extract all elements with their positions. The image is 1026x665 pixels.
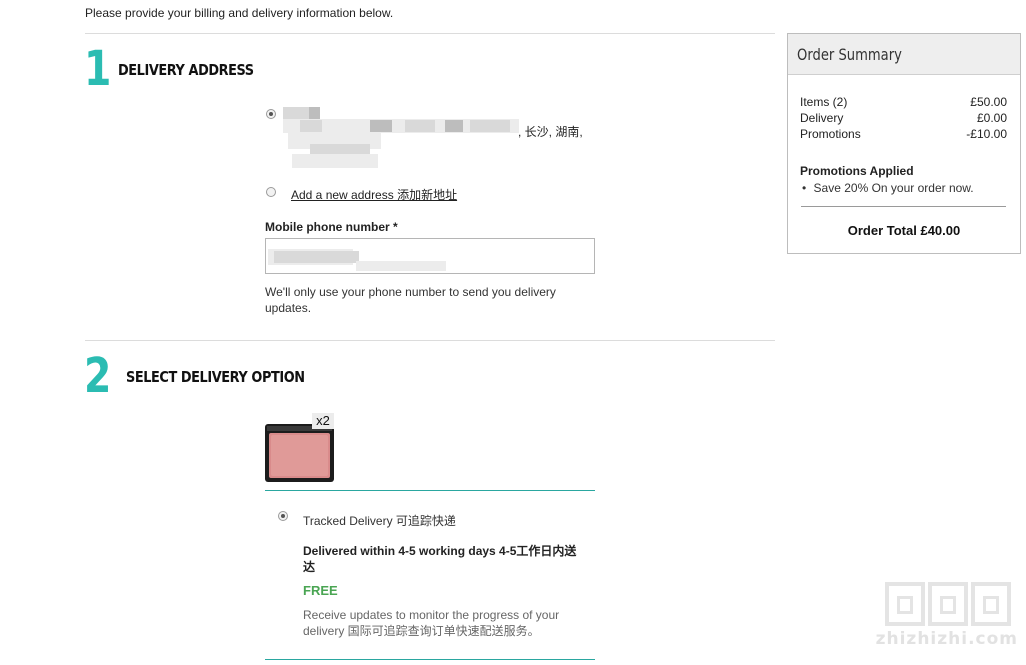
add-new-address-link[interactable]: Add a new address 添加新地址 bbox=[291, 186, 457, 203]
option-bottom-line bbox=[265, 659, 595, 660]
address-pixelated bbox=[405, 120, 435, 132]
watermark-logo-icon bbox=[876, 582, 1018, 629]
order-summary-panel: Order Summary Items (2) £50.00 Delivery … bbox=[787, 33, 1021, 254]
summary-items-label: Items (2) bbox=[800, 95, 848, 109]
saved-address-city: , 长沙, 湖南, bbox=[518, 125, 583, 139]
promotion-item: • Save 20% On your order now. bbox=[802, 181, 974, 195]
delivery-time: Delivered within 4-5 working days 4-5工作日… bbox=[303, 544, 577, 574]
delivery-description: Receive updates to monitor the progress … bbox=[303, 608, 560, 638]
divider-middle bbox=[85, 340, 775, 341]
order-summary-title: Order Summary bbox=[797, 45, 902, 64]
tracked-delivery-radio[interactable] bbox=[278, 511, 288, 521]
summary-promotions-label: Promotions bbox=[800, 127, 861, 141]
promotions-applied-heading: Promotions Applied bbox=[800, 164, 914, 178]
promotion-item-text: Save 20% On your order now. bbox=[813, 181, 974, 195]
address-pixelated bbox=[445, 120, 463, 132]
order-total: Order Total £40.00 bbox=[847, 223, 961, 238]
address-pixelated bbox=[309, 107, 320, 119]
site-watermark: zhizhizhi.com bbox=[876, 582, 1018, 649]
quantity-badge: x2 bbox=[312, 413, 334, 429]
summary-row-delivery: Delivery £0.00 bbox=[800, 111, 1007, 125]
phone-help-text: We'll only use your phone number to send… bbox=[265, 285, 556, 315]
summary-separator bbox=[801, 206, 1006, 207]
address-pixelated bbox=[370, 120, 392, 132]
summary-promotions-value: -£10.00 bbox=[966, 127, 1007, 141]
address-pixelated bbox=[470, 120, 510, 132]
intro-text: Please provide your billing and delivery… bbox=[85, 6, 394, 20]
blush-compact-image bbox=[265, 424, 334, 482]
watermark-text: zhizhizhi.com bbox=[875, 629, 1018, 649]
summary-row-items: Items (2) £50.00 bbox=[800, 95, 1007, 109]
address-pixelated bbox=[300, 120, 322, 132]
step-1-number: 1 bbox=[84, 41, 112, 97]
saved-address-radio[interactable] bbox=[266, 109, 276, 119]
divider-top bbox=[85, 33, 775, 34]
add-address-radio[interactable] bbox=[266, 187, 276, 197]
bullet-icon: • bbox=[802, 181, 807, 195]
summary-row-promotions: Promotions -£10.00 bbox=[800, 127, 1007, 141]
tracked-delivery-label[interactable]: Tracked Delivery 可追踪快递 bbox=[303, 512, 456, 529]
delivery-option-title: SELECT DELIVERY OPTION bbox=[126, 368, 305, 386]
summary-delivery-value: £0.00 bbox=[976, 111, 1007, 125]
delivery-price: FREE bbox=[303, 583, 338, 598]
phone-pixelated bbox=[356, 261, 446, 271]
order-summary-header: Order Summary bbox=[788, 34, 1020, 75]
phone-pixelated bbox=[274, 251, 359, 263]
phone-input[interactable] bbox=[265, 238, 595, 274]
phone-label: Mobile phone number * bbox=[265, 220, 398, 234]
option-top-line bbox=[265, 490, 595, 491]
step-2-number: 2 bbox=[84, 348, 112, 404]
delivery-address-title: DELIVERY ADDRESS bbox=[118, 61, 254, 79]
summary-delivery-label: Delivery bbox=[800, 111, 844, 125]
summary-items-value: £50.00 bbox=[970, 95, 1007, 109]
address-pixelated bbox=[292, 154, 378, 168]
